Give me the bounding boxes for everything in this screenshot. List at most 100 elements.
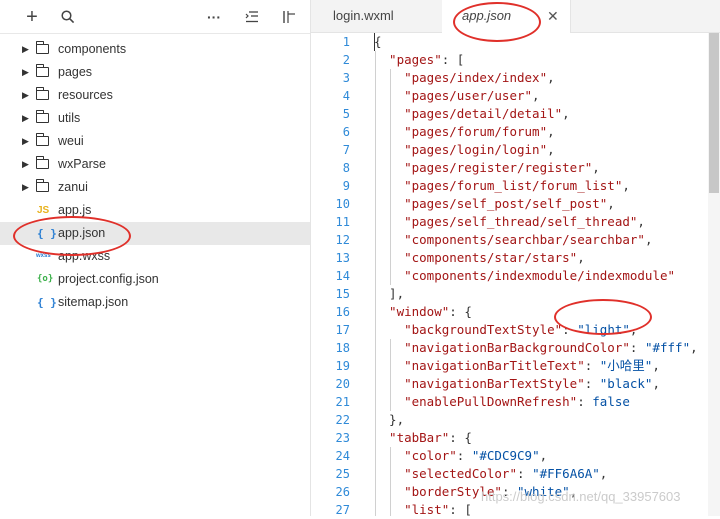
code-token: "color"	[374, 448, 457, 463]
code-token: "selectedColor"	[374, 466, 517, 481]
code-token: : {	[449, 430, 472, 445]
chevron-right-icon[interactable]: ▶	[22, 153, 29, 176]
code-token: false	[592, 394, 630, 409]
chevron-right-icon[interactable]: ▶	[22, 176, 29, 199]
line-number: 10	[335, 197, 350, 211]
code-line: },	[374, 411, 698, 429]
file-tree-label: components	[58, 42, 127, 56]
code-token: "#FF6A6A"	[532, 466, 600, 481]
folder-icon	[35, 179, 49, 192]
chevron-right-icon[interactable]: ▶	[22, 130, 29, 153]
file-tree-item[interactable]: ▶ resources	[0, 84, 310, 107]
annotation-circle-light	[554, 299, 652, 335]
code-token: "#fff"	[644, 340, 691, 355]
file-tree-item[interactable]: ▶ zanui	[0, 176, 310, 199]
file-tree-item[interactable]: ▶ utils	[0, 107, 310, 130]
file-tree-label: project.config.json	[58, 272, 159, 286]
code-token: "enablePullDownRefresh"	[374, 394, 578, 409]
vertical-scrollbar[interactable]	[708, 33, 720, 516]
file-tree-label: weui	[58, 134, 84, 148]
code-token: "小哈里"	[599, 358, 653, 373]
line-number: 19	[335, 359, 350, 373]
code-token: "window"	[374, 304, 450, 319]
file-tree-item[interactable]: {o} project.config.json	[0, 268, 310, 291]
close-icon[interactable]: ✕	[547, 0, 559, 32]
tab-login-wxml[interactable]: login.wxml	[311, 0, 443, 32]
chevron-right-icon[interactable]: ▶	[22, 84, 29, 107]
file-tree-label: zanui	[58, 180, 88, 194]
code-token: :	[584, 376, 600, 391]
code-line: "pages/detail/detail",	[374, 105, 698, 123]
code-token: ,	[592, 160, 600, 175]
line-number: 15	[335, 287, 350, 301]
line-number: 4	[342, 89, 350, 103]
code-token: "pages/forum_list/forum_list"	[374, 178, 623, 193]
code-token: : {	[449, 304, 472, 319]
code-token: "pages/self_thread/self_thread"	[374, 214, 638, 229]
code-token: "backgroundTextStyle"	[374, 322, 563, 337]
code-token: : [	[449, 502, 472, 517]
code-token: "pages/index/index"	[374, 70, 548, 85]
code-line: "pages/user/user",	[374, 87, 698, 105]
split-icon[interactable]	[279, 7, 299, 27]
code-token: "pages/self_post/self_post"	[374, 196, 608, 211]
code-token: "navigationBarTextStyle"	[374, 376, 585, 391]
line-number: 6	[342, 125, 350, 139]
code-token: "components/indexmodule/indexmodule"	[374, 268, 676, 283]
chevron-right-icon[interactable]: ▶	[22, 107, 29, 130]
line-number: 12	[335, 233, 350, 247]
folder-icon	[35, 41, 49, 54]
code-token: :	[517, 466, 533, 481]
annotation-circle-app-json	[13, 216, 131, 256]
file-tree-label: utils	[58, 111, 81, 125]
chevron-right-icon[interactable]: ▶	[22, 61, 29, 84]
plus-icon[interactable]: +	[22, 6, 42, 28]
code-token: ,	[622, 178, 630, 193]
code-token: :	[629, 340, 645, 355]
code-token: :	[456, 448, 472, 463]
more-icon[interactable]: ···	[204, 7, 224, 27]
folder-icon	[35, 110, 49, 123]
line-number: 5	[342, 107, 350, 121]
file-tree-item[interactable]: ▶ wxParse	[0, 153, 310, 176]
code-token: ,	[532, 88, 540, 103]
line-number: 24	[335, 449, 350, 463]
code-token: ,	[637, 214, 645, 229]
file-tree-label: resources	[58, 88, 113, 102]
line-number: 14	[335, 269, 350, 283]
code-line: "pages/register/register",	[374, 159, 698, 177]
code-token: ,	[547, 142, 555, 157]
code-token: :	[584, 358, 600, 373]
code-token: : [	[441, 52, 465, 67]
code-line: "backgroundTextStyle": "light",	[374, 321, 698, 339]
line-number: 26	[335, 485, 350, 499]
file-tree-item[interactable]: { } sitemap.json	[0, 291, 310, 314]
code-token: "pages/register/register"	[374, 160, 593, 175]
json-file-icon: { }	[37, 296, 57, 309]
code-line: "navigationBarTextStyle": "black",	[374, 375, 698, 393]
line-number: 20	[335, 377, 350, 391]
line-number: 13	[335, 251, 350, 265]
code-token: ,	[547, 70, 555, 85]
code-token: "list"	[374, 502, 450, 517]
code-token: ,	[690, 340, 698, 355]
code-token: "black"	[599, 376, 653, 391]
collapse-icon[interactable]	[242, 7, 262, 27]
line-number: 8	[342, 161, 350, 175]
code-editor[interactable]: 1 2 3 4 5 6 7 8 9 10 11 12 13 14 15 16 17 18 19 20 21 22 23 24 2…	[311, 33, 720, 519]
code-token: "navigationBarBackgroundColor"	[374, 340, 630, 355]
editor-pane: login.wxml app.json ✕ 1 2 3 4 5 6 7 8 9 10 11 12 13 1…	[311, 0, 720, 519]
search-icon[interactable]	[58, 7, 78, 27]
scrollbar-thumb[interactable]	[709, 33, 719, 193]
line-number: 1	[342, 35, 350, 49]
code-token: ,	[652, 376, 660, 391]
file-tree-item[interactable]: ▶ pages	[0, 61, 310, 84]
file-tree-item[interactable]: ▶ weui	[0, 130, 310, 153]
code-token: "navigationBarTitleText"	[374, 358, 585, 373]
file-tree-item[interactable]: ▶ components	[0, 38, 310, 61]
code-content: { "pages": [ "pages/index/index", "pages…	[374, 33, 698, 519]
line-number: 2	[342, 53, 350, 67]
line-number: 25	[335, 467, 350, 481]
chevron-right-icon[interactable]: ▶	[22, 38, 29, 61]
code-token: {	[374, 34, 382, 49]
